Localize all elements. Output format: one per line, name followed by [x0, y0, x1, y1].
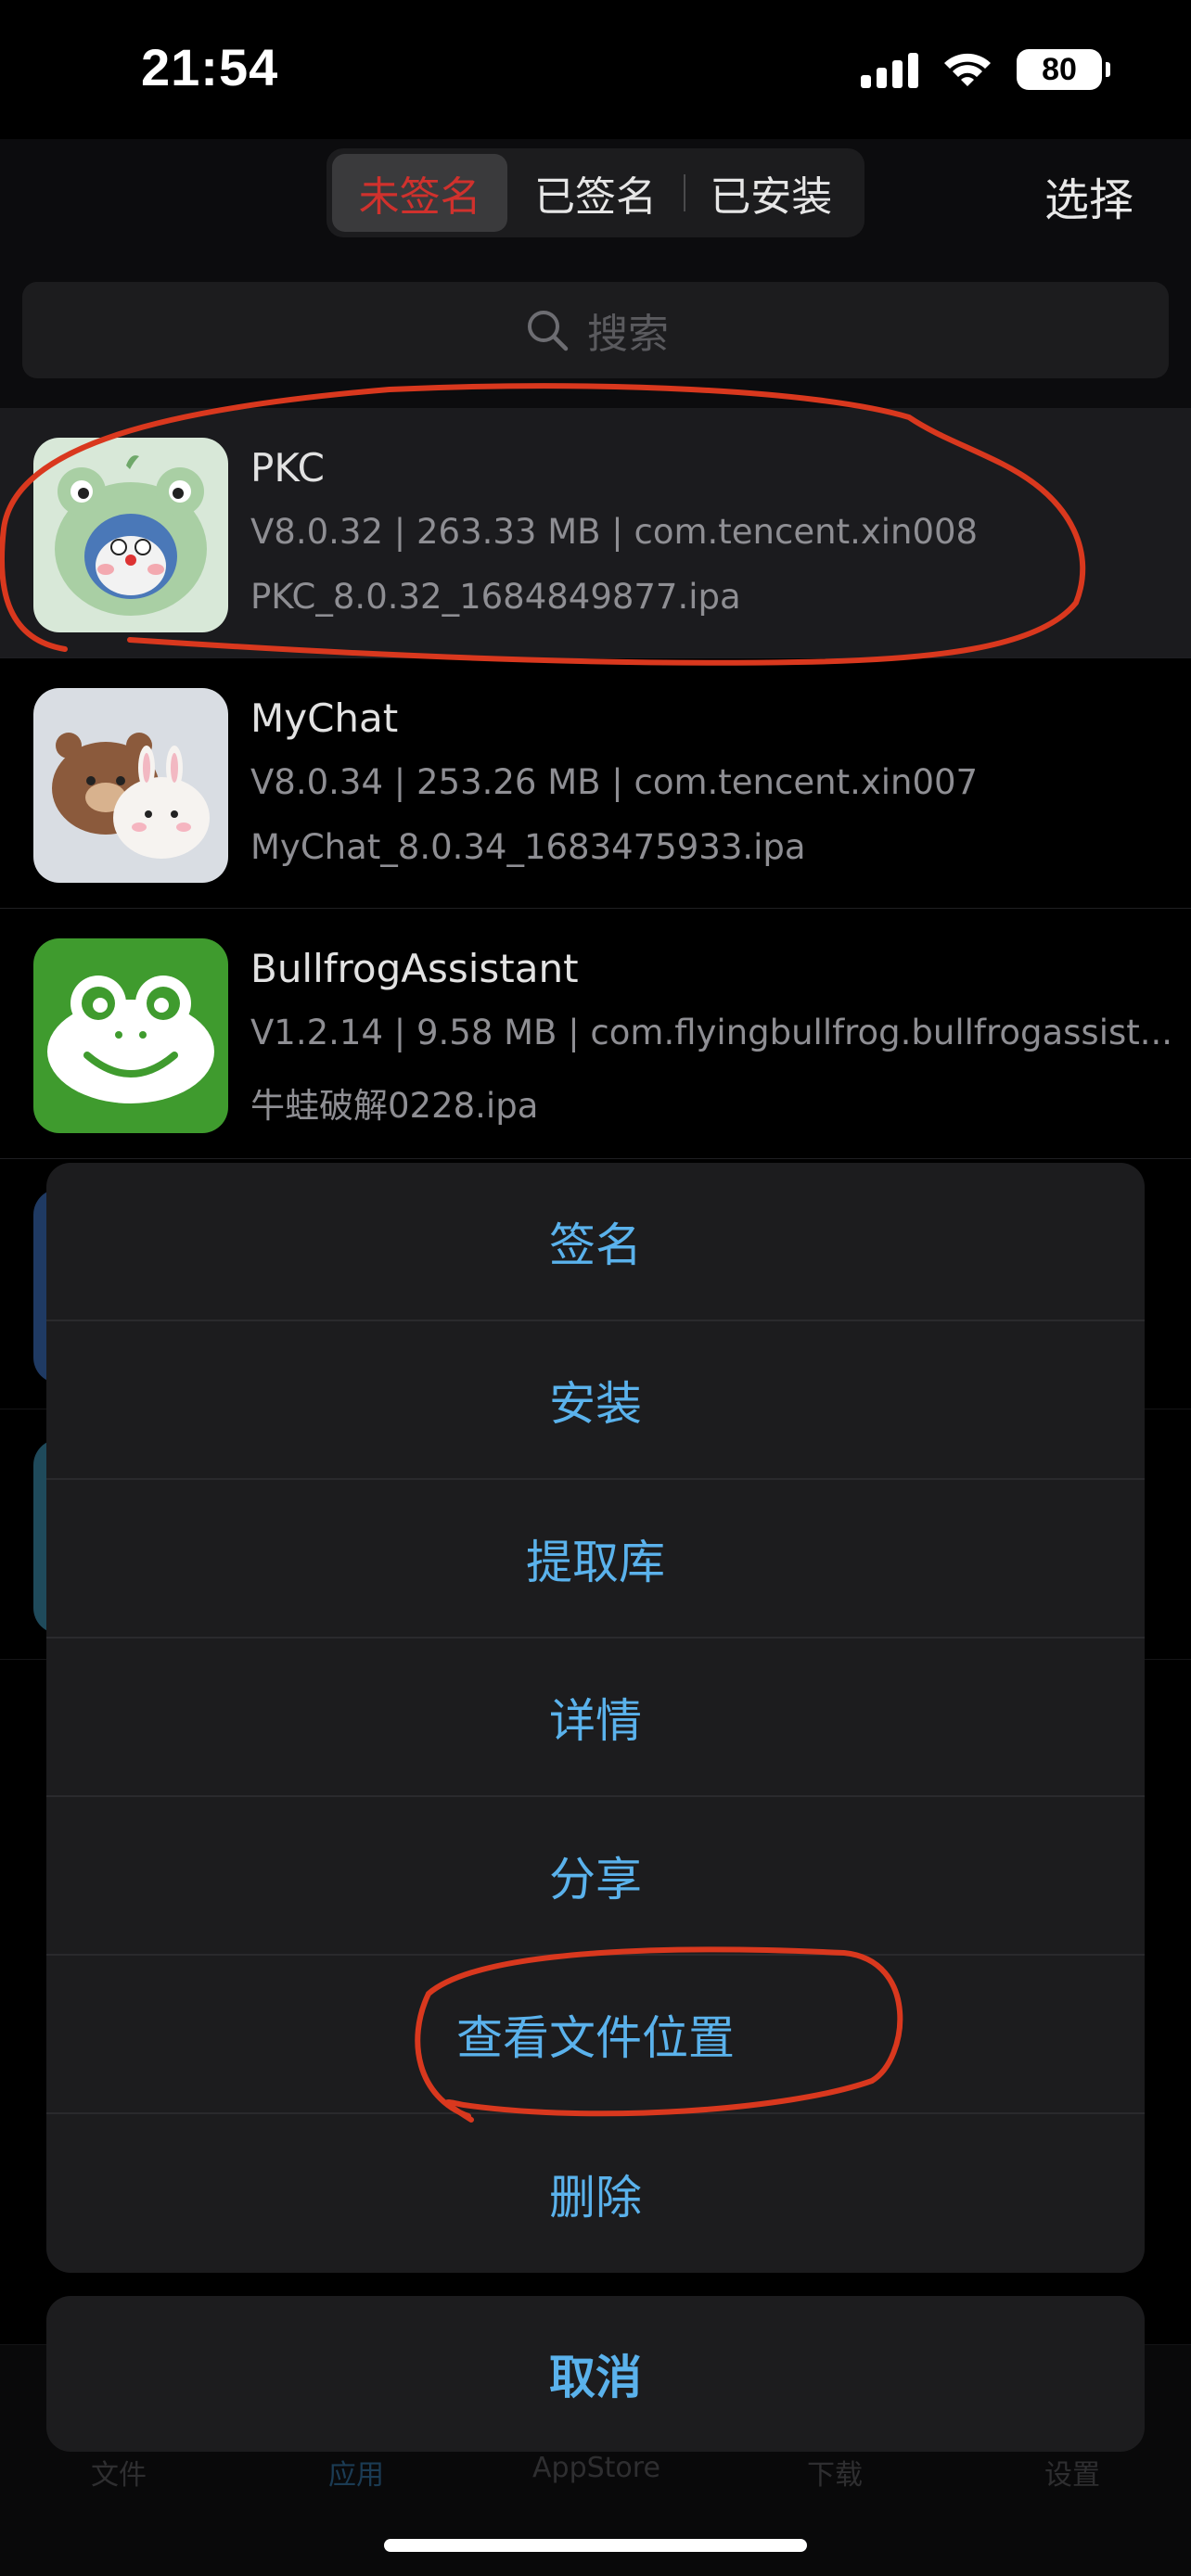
- mychat-app-icon: [33, 688, 228, 883]
- nav-bar: 未签名 已签名 已安装 选择: [0, 139, 1191, 250]
- segment-installed[interactable]: 已安装: [683, 154, 859, 232]
- segmented-control: 未签名 已签名 已安装: [327, 148, 864, 237]
- app-meta: V8.0.34 | 253.26 MB | com.tencent.xin007: [250, 762, 979, 802]
- search-icon: [528, 311, 569, 351]
- list-item[interactable]: BullfrogAssistant V1.2.14 | 9.58 MB | co…: [0, 909, 1191, 1159]
- install-action[interactable]: 安装: [46, 1321, 1145, 1480]
- home-indicator: [384, 2539, 807, 2552]
- search-area: 搜索: [0, 250, 1191, 408]
- app-name: PKC: [250, 445, 325, 491]
- app-filename: 牛蛙破解0228.ipa: [250, 1086, 539, 1126]
- battery-icon: 80: [1017, 49, 1110, 90]
- app-meta: V1.2.14 | 9.58 MB | com.flyingbullfrog.b…: [250, 1013, 1173, 1052]
- list-item[interactable]: MyChat V8.0.34 | 253.26 MB | com.tencent…: [0, 658, 1191, 909]
- app-name: BullfrogAssistant: [250, 946, 579, 991]
- segment-signed[interactable]: 已签名: [507, 154, 683, 232]
- cancel-button[interactable]: 取消: [46, 2296, 1145, 2452]
- delete-action[interactable]: 删除: [46, 2114, 1145, 2273]
- wifi-icon: [944, 53, 991, 86]
- view-file-location-action[interactable]: 查看文件位置: [46, 1956, 1145, 2114]
- search-placeholder: 搜索: [587, 311, 669, 358]
- share-action[interactable]: 分享: [46, 1797, 1145, 1956]
- pkc-app-icon: [33, 438, 228, 632]
- battery-level: 80: [1042, 51, 1077, 87]
- cellular-signal-icon: [861, 51, 918, 88]
- select-button[interactable]: 选择: [1044, 163, 1133, 228]
- extract-library-action[interactable]: 提取库: [46, 1480, 1145, 1639]
- bullfrog-app-icon: [33, 938, 228, 1133]
- app-name: MyChat: [250, 695, 399, 741]
- app-filename: PKC_8.0.32_1684849877.ipa: [250, 577, 741, 617]
- status-icons: 80: [861, 46, 1110, 93]
- sign-action[interactable]: 签名: [46, 1163, 1145, 1321]
- action-sheet: 签名 安装 提取库 详情 分享 查看文件位置 删除: [46, 1163, 1145, 2273]
- status-time: 21:54: [141, 38, 279, 96]
- list-item[interactable]: PKC V8.0.32 | 263.33 MB | com.tencent.xi…: [0, 408, 1191, 658]
- details-action[interactable]: 详情: [46, 1639, 1145, 1797]
- app-meta: V8.0.32 | 263.33 MB | com.tencent.xin008: [250, 512, 979, 552]
- segment-unsigned[interactable]: 未签名: [332, 154, 508, 232]
- search-input[interactable]: 搜索: [22, 282, 1169, 378]
- app-filename: MyChat_8.0.34_1683475933.ipa: [250, 827, 806, 867]
- status-bar: 21:54 80: [0, 0, 1191, 139]
